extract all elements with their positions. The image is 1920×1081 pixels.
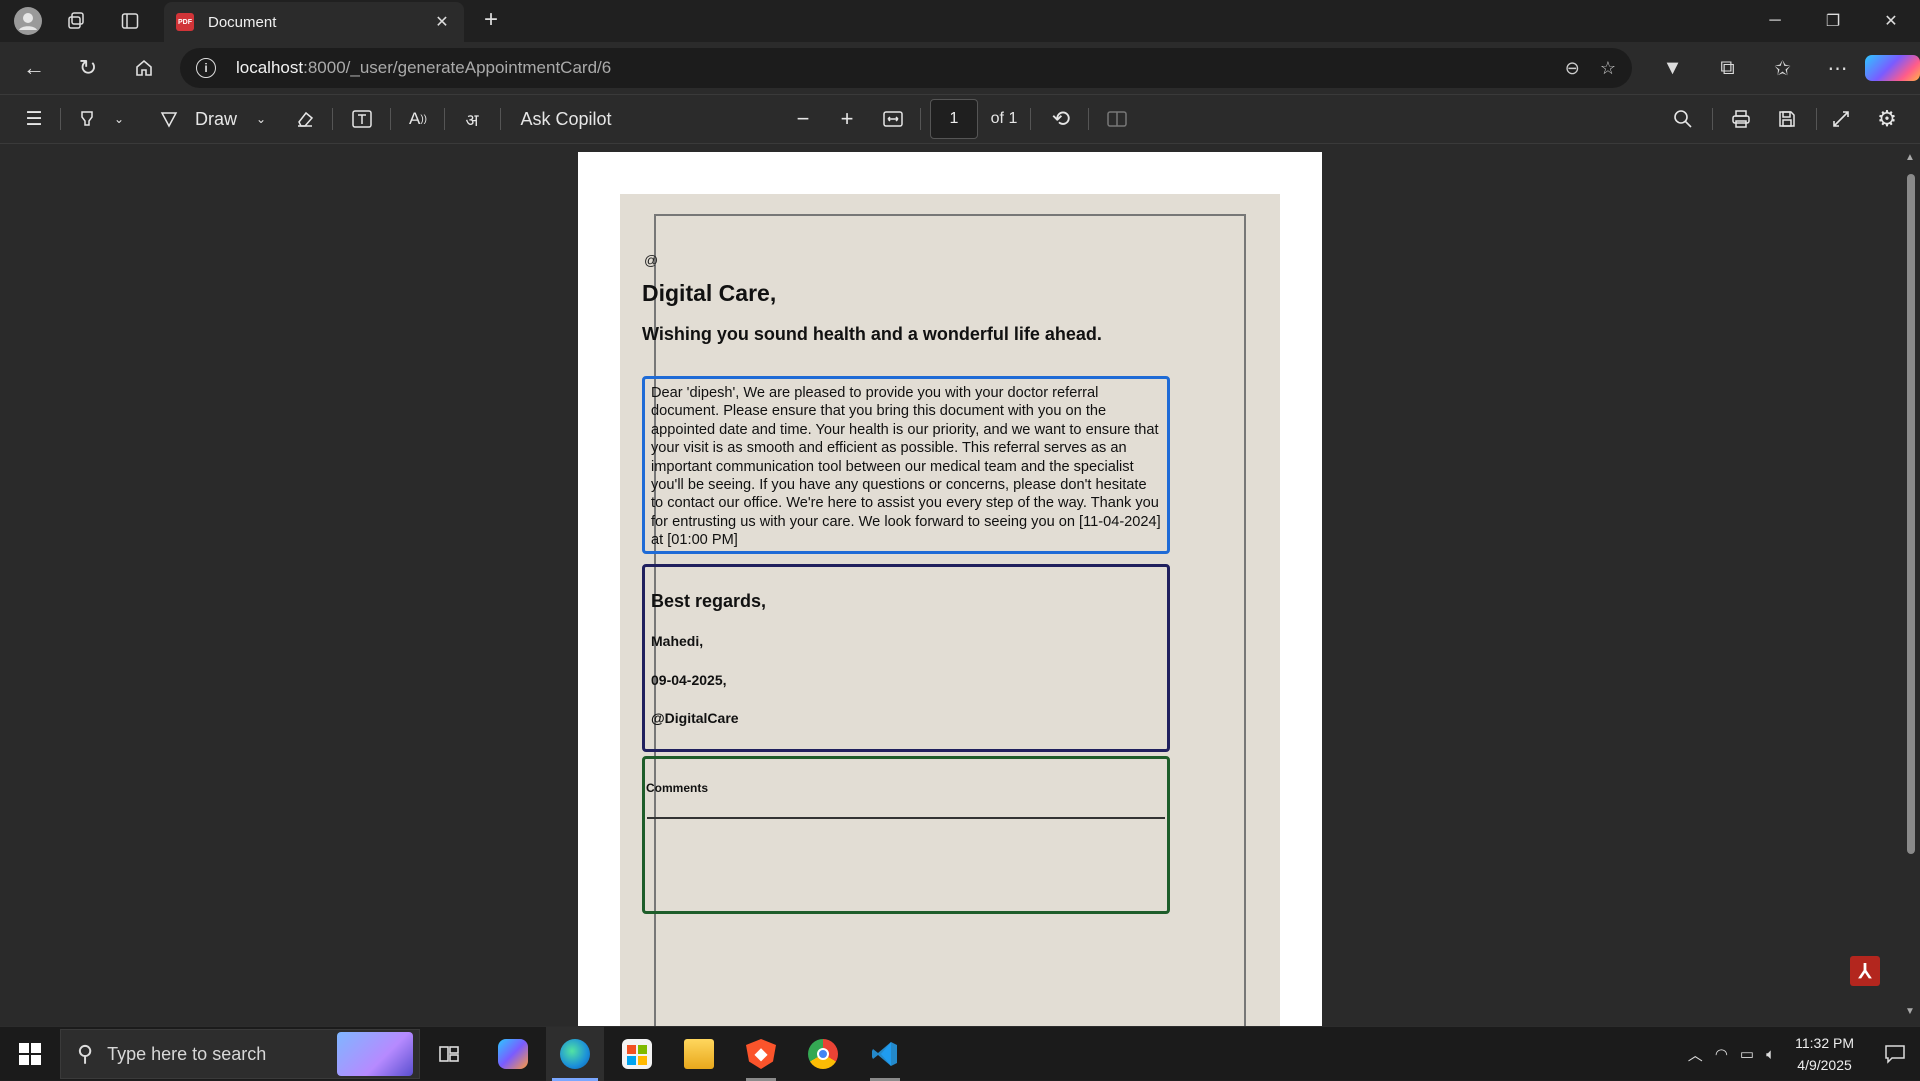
page-view-icon[interactable] (1100, 95, 1134, 143)
regards-line: Best regards, (651, 591, 767, 611)
restore-button[interactable]: ❐ (1804, 0, 1862, 42)
search-icon: ⚲ (77, 1041, 94, 1066)
extensions-puzzle-icon[interactable]: ⧉ (1700, 57, 1755, 80)
clock-date: 4/9/2025 (1797, 1057, 1852, 1073)
rotate-icon[interactable]: ⟲ (1044, 95, 1078, 143)
fit-to-width-icon[interactable] (876, 95, 910, 143)
adobe-acrobat-icon[interactable]: ⅄ (1850, 956, 1880, 986)
network-icon[interactable]: ◠ (1715, 1045, 1728, 1063)
volume-icon[interactable]: 🔈︎ (1766, 1046, 1775, 1063)
ask-copilot-button[interactable]: Ask Copilot (518, 95, 614, 143)
start-button[interactable] (0, 1027, 60, 1081)
favorite-star-icon[interactable]: ☆ (1600, 58, 1616, 79)
zoom-out-icon[interactable]: ⊖ (1565, 58, 1580, 79)
address-row: ← ↻ i localhost:8000/_user/generateAppoi… (0, 42, 1920, 94)
more-menu-icon[interactable]: ⋯ (1810, 56, 1865, 81)
regards-box: Best regards, Mahedi, 09-04-2025, @Digit… (642, 564, 1170, 752)
refresh-button[interactable]: ↻ (70, 50, 106, 86)
zoom-out-button[interactable]: − (788, 95, 818, 143)
new-tab-button[interactable]: + (476, 6, 506, 36)
task-view-button[interactable] (420, 1027, 478, 1081)
profile-avatar-icon[interactable] (6, 0, 50, 42)
home-button[interactable] (126, 50, 162, 86)
clock-time: 11:32 PM (1795, 1035, 1854, 1051)
fullscreen-icon[interactable] (1824, 95, 1858, 143)
page-number-input[interactable]: 1 (930, 99, 978, 139)
comments-box: Comments (642, 756, 1170, 914)
add-text-icon[interactable] (344, 95, 380, 143)
tab-document[interactable]: PDF Document ✕ (164, 2, 464, 42)
store-taskbar-icon[interactable] (608, 1027, 666, 1081)
search-placeholder: Type here to search (107, 1043, 267, 1064)
pdf-toolbar: ☰ ⌄ Draw ⌄ A)) अ Ask Copilot − + 1 of 1 … (0, 94, 1920, 144)
windows-logo-icon (19, 1043, 41, 1065)
comments-label: Comments (646, 781, 709, 795)
zoom-in-button[interactable]: + (832, 95, 862, 143)
url-path: :8000/_user/generateAppointmentCard/6 (303, 58, 612, 77)
url-text[interactable]: localhost:8000/_user/generateAppointment… (236, 58, 1565, 78)
erase-icon[interactable] (288, 95, 322, 143)
extension-v-icon[interactable]: ▼ (1645, 57, 1700, 80)
doc-title: Digital Care, (642, 280, 777, 306)
copilot-taskbar-icon[interactable] (484, 1027, 542, 1081)
scroll-down-icon[interactable]: ▼ (1905, 1006, 1915, 1017)
file-explorer-taskbar-icon[interactable] (670, 1027, 728, 1081)
draw-button[interactable]: Draw (192, 95, 240, 143)
pdf-favicon-icon: PDF (176, 13, 194, 31)
brave-taskbar-icon[interactable]: ◆ (732, 1027, 790, 1081)
close-window-button[interactable]: ✕ (1862, 0, 1920, 42)
minimize-button[interactable]: ─ (1746, 0, 1804, 42)
back-button[interactable]: ← (16, 50, 52, 86)
read-aloud-icon[interactable]: A)) (400, 95, 436, 143)
contents-icon[interactable]: ☰ (18, 95, 50, 143)
tab-actions-icon[interactable] (108, 0, 152, 42)
settings-gear-icon[interactable]: ⚙ (1870, 95, 1904, 143)
draw-dropdown-icon[interactable]: ⌄ (248, 95, 274, 143)
regards-name: Mahedi, (651, 633, 704, 649)
vscode-taskbar-icon[interactable] (856, 1027, 914, 1081)
vertical-scrollbar[interactable]: ▲ ▼ (1902, 144, 1920, 1026)
copilot-icon[interactable] (1865, 55, 1920, 81)
pdf-viewer[interactable]: @ Digital Care, Wishing you sound health… (0, 144, 1920, 1044)
browser-titlebar: PDF Document ✕ + ─ ❐ ✕ (0, 0, 1920, 42)
doc-at-symbol: @ (644, 252, 659, 268)
scroll-up-icon[interactable]: ▲ (1905, 152, 1915, 163)
workspaces-icon[interactable] (54, 0, 98, 42)
notifications-icon[interactable] (1870, 1027, 1920, 1081)
doc-subtitle: Wishing you sound health and a wonderful… (642, 324, 1102, 344)
search-highlight-image (337, 1032, 413, 1076)
address-bar[interactable]: i localhost:8000/_user/generateAppointme… (180, 48, 1632, 88)
site-info-icon[interactable]: i (196, 58, 216, 78)
tab-close-icon[interactable]: ✕ (432, 12, 452, 32)
edge-taskbar-icon[interactable] (546, 1027, 604, 1081)
favorites-icon[interactable]: ✩ (1755, 56, 1810, 81)
comments-divider (647, 817, 1165, 819)
save-icon[interactable] (1770, 95, 1804, 143)
system-tray: ︿ ◠ ▭ 🔈︎ 11:32 PM 4/9/2025 (1682, 1027, 1920, 1081)
referral-message: Dear 'dipesh', We are pleased to provide… (642, 376, 1170, 554)
translate-icon[interactable]: अ (454, 95, 490, 143)
draw-icon[interactable] (152, 95, 186, 143)
print-icon[interactable] (1724, 95, 1758, 143)
highlight-icon[interactable] (72, 95, 102, 143)
url-host: localhost (236, 58, 304, 77)
clock[interactable]: 11:32 PM 4/9/2025 (1795, 1032, 1854, 1076)
windows-taskbar: ⚲ Type here to search ◆ ︿ ◠ ▭ 🔈︎ 11:32 P… (0, 1026, 1920, 1081)
page-total: of 1 (990, 110, 1018, 127)
highlight-dropdown-icon[interactable]: ⌄ (106, 95, 132, 143)
show-hidden-icons-icon[interactable]: ︿ (1688, 1044, 1703, 1065)
find-icon[interactable] (1666, 95, 1700, 143)
scrollbar-thumb[interactable] (1907, 174, 1915, 854)
regards-date: 09-04-2025, (651, 672, 727, 688)
regards-handle: @DigitalCare (651, 710, 739, 726)
tab-title: Document (208, 13, 277, 31)
taskbar-search[interactable]: ⚲ Type here to search (60, 1029, 420, 1079)
battery-icon[interactable]: ▭ (1740, 1045, 1754, 1063)
pdf-page: @ Digital Care, Wishing you sound health… (578, 152, 1322, 1044)
chrome-taskbar-icon[interactable] (794, 1027, 852, 1081)
